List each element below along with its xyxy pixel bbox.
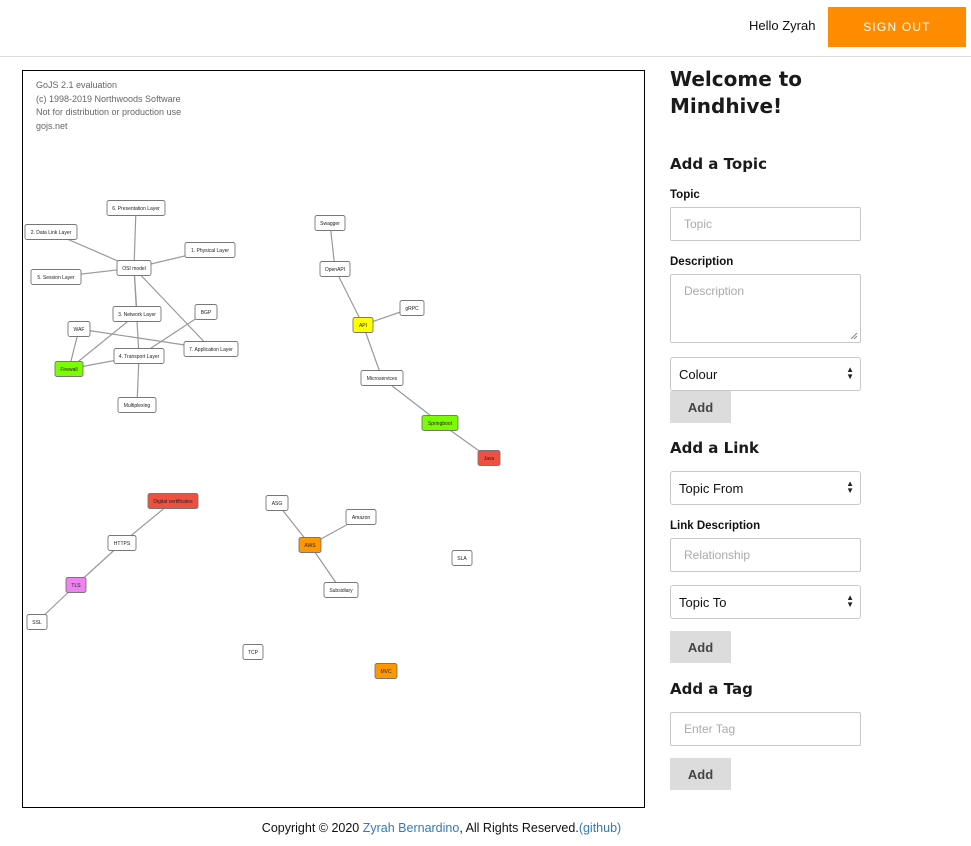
add-link-button[interactable]: Add xyxy=(670,631,731,663)
topic-node-label: Subsidiary xyxy=(329,588,353,594)
topic-node-label: gRPC xyxy=(405,306,419,312)
topic-node-openapi[interactable]: OpenAPI xyxy=(319,261,351,277)
topic-node-grpc[interactable]: gRPC xyxy=(399,300,425,316)
topic-node-l4[interactable]: 4. Transport Layer xyxy=(113,348,165,364)
welcome-heading: Welcome to Mindhive! xyxy=(670,67,803,118)
description-label: Description xyxy=(670,256,734,268)
topic-node-label: 6. Presentation Layer xyxy=(112,206,160,212)
mind-map-graph[interactable]: OSI model 6. Presentation Layer 2. Data Li… xyxy=(23,71,644,807)
colour-select-value: Colour xyxy=(679,367,718,382)
topic-node-https[interactable]: HTTPS xyxy=(107,535,137,551)
topic-node-label: 2. Data Link Layer xyxy=(31,230,72,236)
footer-copyright: Copyright © 2020 xyxy=(261,821,363,835)
topic-to-value: Topic To xyxy=(679,595,727,610)
topic-link[interactable] xyxy=(334,268,364,326)
add-topic-heading: Add a Topic xyxy=(670,155,767,173)
topic-label: Topic xyxy=(670,189,700,201)
topic-node-firewall[interactable]: Firewall xyxy=(54,361,84,377)
topic-node-sla[interactable]: SLA xyxy=(451,550,473,566)
topic-node-label: HTTPS xyxy=(114,541,131,547)
select-arrows-icon: ▲ ▼ xyxy=(846,365,854,381)
description-placeholder: Description xyxy=(684,284,745,298)
topic-node-label: SLA xyxy=(457,556,467,562)
footer-rights: , All Rights Reserved. xyxy=(459,821,579,835)
topic-node-tcp[interactable]: TCP xyxy=(242,644,264,660)
topic-node-l5[interactable]: 5. Session Layer xyxy=(30,269,82,285)
add-link-heading: Add a Link xyxy=(670,439,760,457)
topic-node-tls[interactable]: TLS xyxy=(65,577,87,593)
topic-node-label: Digital certificates xyxy=(153,499,193,505)
topic-node-label: Java xyxy=(484,456,495,462)
description-textarea[interactable]: Description xyxy=(670,274,861,343)
topic-node-label: 3. Network Layer xyxy=(118,312,156,318)
topic-node-l7[interactable]: 7. Application Layer xyxy=(183,341,239,357)
topic-node-l2[interactable]: 2. Data Link Layer xyxy=(24,224,78,240)
topic-node-waf[interactable]: WAF xyxy=(67,321,91,337)
topic-from-value: Topic From xyxy=(679,481,744,496)
topic-node-osi[interactable]: OSI model xyxy=(116,260,152,276)
topic-node-bgp[interactable]: BGP xyxy=(194,304,218,320)
topic-node-label: OpenAPI xyxy=(325,267,345,273)
topic-node-label: Firewall xyxy=(60,367,77,373)
top-bar: Hello Zyrah SIGN OUT xyxy=(0,0,971,57)
topic-node-api[interactable]: API xyxy=(352,317,374,333)
link-description-label: Link Description xyxy=(670,520,761,532)
topic-node-label: Amazon xyxy=(352,515,371,521)
relationship-input[interactable]: Relationship xyxy=(670,538,861,572)
topic-node-asg[interactable]: ASG xyxy=(265,495,289,511)
topic-node-label: 4. Transport Layer xyxy=(119,354,160,360)
topic-node-java[interactable]: Java xyxy=(477,450,501,466)
topic-node-label: TCP xyxy=(248,650,259,656)
topic-node-label: 5. Session Layer xyxy=(37,275,75,281)
author-link[interactable]: Zyrah Bernardino xyxy=(363,821,460,835)
add-topic-button[interactable]: Add xyxy=(670,391,731,423)
topic-node-label: API xyxy=(359,323,367,329)
topic-node-l6[interactable]: 6. Presentation Layer xyxy=(106,200,166,216)
resize-handle-icon[interactable] xyxy=(850,332,858,340)
topic-node-label: MVC xyxy=(380,669,392,675)
select-arrows-icon: ▲ ▼ xyxy=(846,479,854,495)
topic-node-label: Multiplexing xyxy=(124,403,151,409)
add-tag-heading: Add a Tag xyxy=(670,680,753,698)
github-link[interactable]: (github) xyxy=(579,821,621,835)
topic-node-subsidiary[interactable]: Subsidiary xyxy=(323,582,359,598)
topic-node-micro[interactable]: Microservices xyxy=(360,370,404,386)
topic-node-label: AWS xyxy=(304,543,316,549)
topic-node-label: 1. Physical Layer xyxy=(191,248,229,254)
topic-node-digcert[interactable]: Digital certificates xyxy=(147,493,199,509)
topic-node-l3[interactable]: 3. Network Layer xyxy=(112,306,162,322)
topic-node-label: Microservices xyxy=(367,376,398,382)
topic-node-l1[interactable]: 1. Physical Layer xyxy=(184,242,236,258)
topic-node-label: Swagger xyxy=(320,221,340,227)
topic-node-label: OSI model xyxy=(122,266,146,272)
tag-input[interactable]: Enter Tag xyxy=(670,712,861,746)
topic-node-label: SSL xyxy=(32,620,42,626)
topic-node-label: BGP xyxy=(201,310,212,316)
topic-node-mvc[interactable]: MVC xyxy=(374,663,398,679)
topic-node-label: Springboot xyxy=(428,421,453,427)
links-group xyxy=(36,207,490,623)
topic-node-label: WAF xyxy=(74,327,85,333)
topic-node-amazon[interactable]: Amazon xyxy=(345,509,377,525)
topic-input[interactable]: Topic xyxy=(670,207,861,241)
topic-to-select[interactable]: Topic To ▲ ▼ xyxy=(670,585,861,619)
topic-link[interactable] xyxy=(133,207,137,269)
topic-node-label: 7. Application Layer xyxy=(189,347,233,353)
topic-node-spring[interactable]: Springboot xyxy=(421,415,459,431)
colour-select[interactable]: Colour ▲ ▼ xyxy=(670,357,861,391)
topic-node-swagger[interactable]: Swagger xyxy=(314,215,346,231)
sign-out-button[interactable]: SIGN OUT xyxy=(828,7,966,47)
select-arrows-icon: ▲ ▼ xyxy=(846,593,854,609)
topic-node-ssl[interactable]: SSL xyxy=(26,614,48,630)
user-greeting: Hello Zyrah xyxy=(749,18,816,33)
add-tag-button[interactable]: Add xyxy=(670,758,731,790)
topic-from-select[interactable]: Topic From ▲ ▼ xyxy=(670,471,861,505)
mind-map-canvas[interactable]: GoJS 2.1 evaluation (c) 1998-2019 Northw… xyxy=(22,70,645,808)
topic-node-label: ASG xyxy=(272,501,283,507)
topic-node-label: TLS xyxy=(71,583,81,589)
topic-node-mux[interactable]: Multiplexing xyxy=(117,397,157,413)
footer: Copyright © 2020 Zyrah Bernardino, All R… xyxy=(0,821,883,835)
topic-node-aws[interactable]: AWS xyxy=(298,537,322,553)
